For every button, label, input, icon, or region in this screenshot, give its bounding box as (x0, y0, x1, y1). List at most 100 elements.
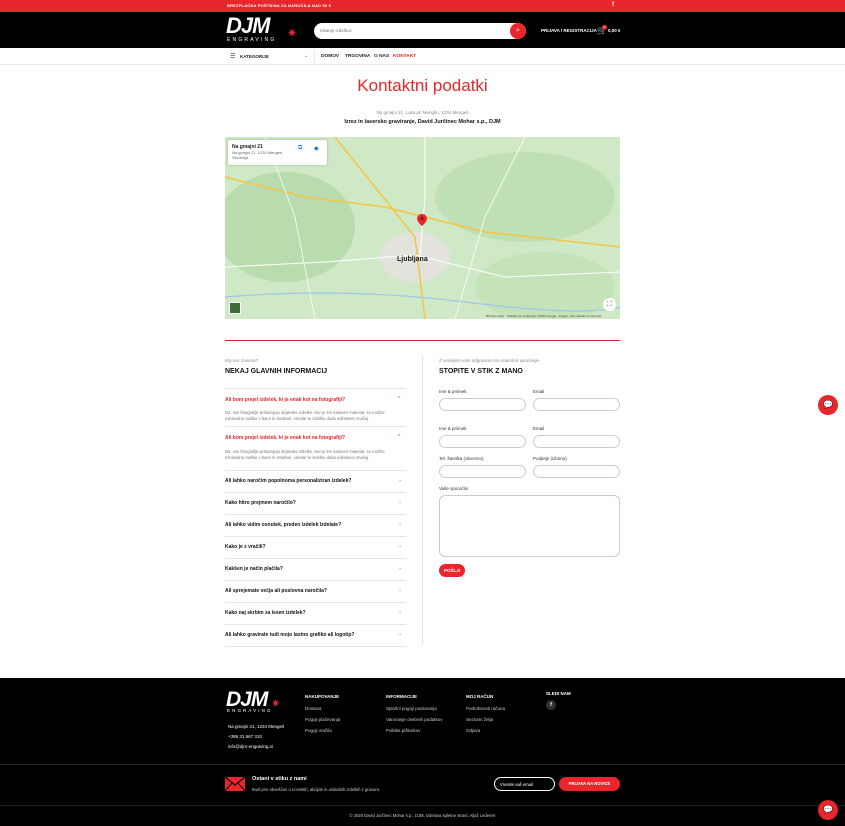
logo-star-icon: ✷ (287, 26, 298, 40)
message-label: Vaše sporočilo (439, 486, 469, 491)
newsletter-title: Ostani v stiku z nami (252, 776, 307, 782)
faq-question[interactable]: Ali sprejemate večja ali poslovna naroči… (225, 588, 327, 594)
promo-text: BREZPLAČNA POŠTNINA ZA NAROČILA NAD 50 € (227, 3, 332, 8)
chat-icon[interactable]: 💬 (818, 395, 838, 415)
nav-link-shop[interactable]: TRGOVINA (345, 54, 370, 59)
faq-question[interactable]: Ali lahko gravirate tudi mojo lastno gra… (225, 632, 354, 638)
faq-divider (225, 602, 406, 603)
email-field[interactable] (533, 398, 620, 411)
nav-divider (314, 50, 315, 63)
faq-divider (225, 558, 406, 559)
chevron-down-icon[interactable]: ⌄ (398, 631, 402, 637)
chevron-down-icon[interactable]: ⌄ (398, 565, 402, 571)
fullscreen-icon[interactable]: ⛶ (603, 298, 616, 311)
chevron-down-icon[interactable]: ⌄ (398, 499, 402, 505)
search-placeholder: Iskanje izdelkov (320, 28, 352, 33)
chevron-down-icon[interactable]: ⌄ (398, 609, 402, 615)
chevron-up-icon[interactable]: ^ (398, 396, 400, 402)
faq-question[interactable]: Ali lahko naročim popolnoma personalizir… (225, 478, 351, 484)
faq-question[interactable]: Kakšen je način plačila? (225, 566, 283, 572)
footer-link[interactable]: Odjava (466, 728, 480, 733)
faq-question[interactable]: Kako naj skrbim za lesen izdelek? (225, 610, 306, 616)
cart-count-badge: 0 (602, 25, 607, 30)
chat-icon[interactable]: 💬 (818, 800, 838, 820)
footer-link[interactable]: Pogoji vračila (305, 728, 332, 733)
chevron-down-icon[interactable]: ⌄ (398, 477, 402, 483)
newsletter-subscribe-button[interactable]: PRIJAVA NA NOVICE (559, 777, 620, 791)
directions-icon[interactable]: ◆ (314, 145, 319, 152)
nav-link-contact[interactable]: KONTAKT (393, 54, 416, 59)
search-icon[interactable]: ⌕ (510, 23, 526, 39)
footer-logo-subtitle: ENGRAVING (227, 708, 273, 713)
email-field[interactable] (533, 435, 620, 448)
footer-link[interactable]: Politika piškotkov (386, 728, 421, 733)
faq-divider (225, 624, 406, 625)
footer-link[interactable]: Podrobnosti računa (466, 706, 505, 711)
chevron-down-icon[interactable]: ⌄ (398, 543, 402, 549)
faq-divider (225, 646, 406, 647)
phone-label: Tel. številka (obvezno) (439, 456, 484, 461)
send-button[interactable]: POŠLJI (439, 564, 465, 577)
footer-col-title: MOJ RAČUN (466, 694, 494, 699)
footer-divider (0, 805, 845, 806)
footer-logo-star-icon: ✷ (271, 698, 281, 710)
login-link[interactable]: PRIJAVA / REGISTRACIJA (541, 28, 597, 33)
facebook-icon[interactable]: f (612, 2, 614, 8)
faq-divider (225, 514, 406, 515)
map-attribution: Bližnjice tipke · Podatki na zemljevidu … (486, 314, 601, 318)
menu-icon[interactable]: ☰ (230, 53, 235, 60)
faq-divider (225, 536, 406, 537)
faq-question[interactable]: Kako hitro prejmem naročilo? (225, 500, 296, 506)
footer-link[interactable]: Pogoji plačevanja (305, 717, 340, 722)
newsletter-subtitle: Bodi prvi obveščen o novostih, akcijah i… (252, 787, 381, 792)
footer-phone[interactable]: +386 31 667 310 (228, 734, 262, 739)
chevron-down-icon[interactable]: ⌄ (398, 521, 402, 527)
faq-heading: NEKAJ GLAVNIH INFORMACIJ (225, 368, 328, 375)
faq-divider (225, 580, 406, 581)
faq-question[interactable]: Ali bom prejel izdelek, ki je enak kot n… (225, 397, 345, 403)
footer-divider (0, 764, 845, 765)
name-field[interactable] (439, 398, 526, 411)
logo[interactable]: DJM (226, 13, 270, 39)
footer-link[interactable]: Seznam želja (466, 717, 493, 722)
nav-link-home[interactable]: DOMOV (321, 54, 339, 59)
promo-bar: BREZPLAČNA POŠTNINA ZA NAROČILA NAD 50 €… (0, 0, 845, 12)
name-label: Ime & priimek (439, 389, 467, 394)
email-label: Email (533, 389, 545, 394)
categories-dropdown[interactable]: KATEGORIJE (240, 54, 269, 59)
faq-question[interactable]: Kako je z vračili? (225, 544, 266, 550)
footer-link[interactable]: Varovanje osebnih podatkov (386, 717, 442, 722)
open-in-maps-icon[interactable]: ⧉ (298, 145, 302, 152)
facebook-icon[interactable]: f (546, 700, 556, 710)
phone-field[interactable] (439, 465, 526, 478)
form-heading: STOPITE V STIK Z MANO (439, 368, 523, 375)
cart-amount[interactable]: 0,00 € (608, 28, 621, 33)
company-field[interactable] (533, 465, 620, 478)
name-label: Ime & priimek (439, 426, 467, 431)
footer-col-title: SLEDI NAM (546, 691, 571, 696)
company-name: Izrez in lasersko graviranje, David Jurč… (344, 119, 501, 125)
nav-link-about[interactable]: O NAS (374, 54, 389, 59)
column-divider (422, 355, 423, 645)
form-pretitle: Z veseljem vam odgovorim na vsakršno vpr… (439, 358, 540, 363)
footer-col-title: NAKUPOVANJE (305, 694, 340, 699)
footer-col-title: INFORMACIJE (386, 694, 418, 699)
company-label: Podjetje (izbirno) (533, 456, 567, 461)
faq-divider (225, 388, 406, 389)
page-title: Kontaktni podatki (357, 76, 488, 95)
message-textarea[interactable] (439, 495, 620, 557)
chevron-down-icon[interactable]: ⌄ (398, 587, 402, 593)
map-city-label: Ljubljana (397, 256, 428, 263)
chevron-down-icon[interactable]: ⌄ (304, 53, 308, 59)
faq-question[interactable]: Ali bom prejel izdelek, ki je enak kot n… (225, 435, 345, 441)
map-card-subtitle: Na gmajni 21, 1234 Mengeš, Slovenija (232, 150, 284, 160)
footer-link[interactable]: Dostava (305, 706, 322, 711)
chevron-up-icon[interactable]: ^ (398, 434, 400, 440)
faq-pretitle: Koj vas zanima? (225, 358, 259, 363)
footer-link[interactable]: Splošni pogoji poslovanja (386, 706, 437, 711)
footer-email[interactable]: info@djm-engraving.si (228, 744, 273, 749)
faq-question[interactable]: Ali lahko vidim osnutek, preden izdelek … (225, 522, 341, 528)
footer (0, 678, 845, 826)
name-field[interactable] (439, 435, 526, 448)
map-layer-toggle[interactable] (229, 302, 241, 314)
